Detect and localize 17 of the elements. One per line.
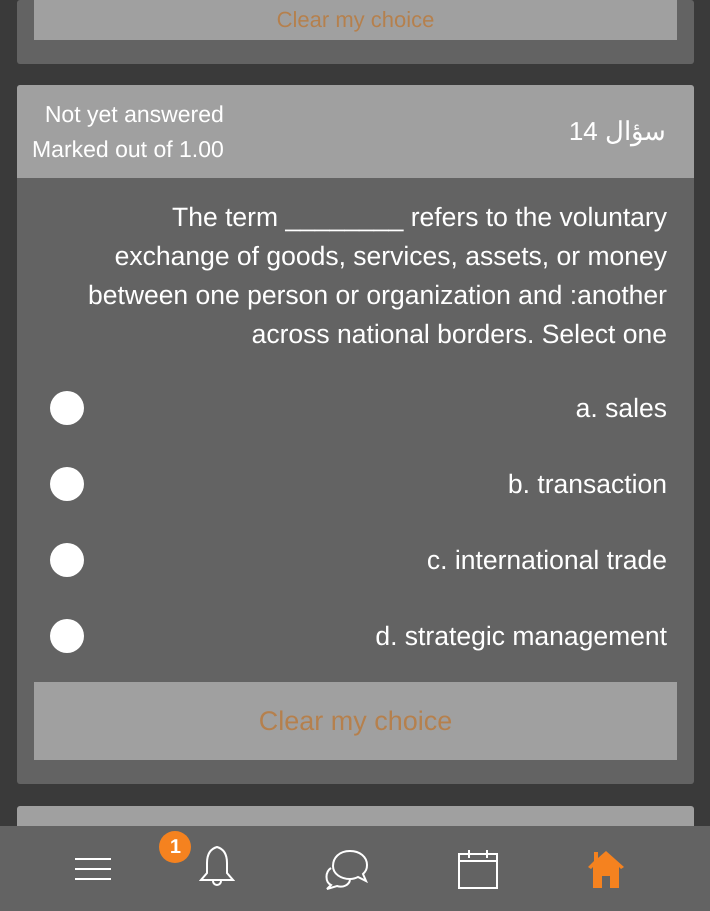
option-label[interactable]: c. international trade xyxy=(426,544,667,576)
bell-icon[interactable] xyxy=(199,845,236,887)
radio-button[interactable] xyxy=(50,467,84,501)
notification-badge: 1 xyxy=(159,831,192,863)
radio-button[interactable] xyxy=(50,543,84,577)
calendar-icon[interactable] xyxy=(456,848,499,890)
option-label[interactable]: b. transaction xyxy=(508,468,667,500)
menu-icon[interactable] xyxy=(74,856,112,882)
chat-icon[interactable] xyxy=(322,848,369,890)
question-number: سؤال 14 xyxy=(568,116,666,147)
question-text: The term ________ refers to the voluntary exchange of goods, services, assets, or money between one person or organization and :another across national borders. Select one xyxy=(86,201,667,351)
marks-text: Marked out of 1.00 xyxy=(32,136,224,162)
radio-button[interactable] xyxy=(50,391,84,425)
radio-button[interactable] xyxy=(50,619,84,653)
answer-status: Not yet answered xyxy=(44,100,224,128)
option-label[interactable]: a. sales xyxy=(576,392,667,424)
option-label[interactable]: d. strategic management xyxy=(375,620,667,652)
